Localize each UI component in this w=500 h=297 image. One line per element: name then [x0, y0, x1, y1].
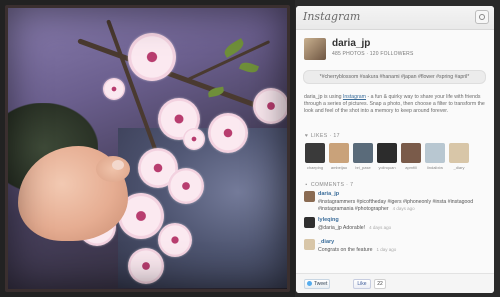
caption-hashtags: *#cherryblossom #sakura #hanami #japan #…	[303, 70, 486, 84]
likes-count: 17	[333, 133, 340, 139]
comment-icon: ▪	[305, 182, 308, 188]
vignette	[8, 8, 287, 289]
tweet-label: Tweet	[314, 281, 328, 287]
comment: daria_jp #instagrammers #picoftheday #ige…	[304, 191, 489, 215]
comments-count: 7	[350, 182, 354, 188]
facebook-like-count: 22	[374, 279, 386, 289]
likes-heading: ♥ LIKES · 17	[304, 133, 340, 139]
photo-frame	[0, 0, 295, 297]
comment: _diary Congrats on the feature 1 day ago	[304, 239, 489, 263]
comments-separator: ·	[346, 182, 349, 188]
liker-name[interactable]: bri_pase	[355, 165, 370, 170]
liker-name[interactable]: yolinquan	[378, 165, 395, 170]
liker[interactable]: lindalixiw	[424, 143, 446, 173]
liker[interactable]: apmfill	[400, 143, 422, 173]
comment-text: Congrats on the feature 1 day ago	[318, 247, 488, 254]
photo-details-panel: Instagram daria_jp 485 PHOTOS · 120 FOLL…	[296, 6, 494, 293]
liker-avatar[interactable]	[449, 143, 469, 163]
liker-name[interactable]: chaeping	[307, 165, 323, 170]
comment-time: 4 days ago	[392, 205, 415, 211]
liker-name[interactable]: lindalixiw	[427, 165, 443, 170]
comment-avatar[interactable]	[304, 191, 315, 202]
tweet-button[interactable]: Tweet	[304, 279, 330, 289]
panel-header: Instagram	[296, 6, 494, 30]
user-avatar[interactable]	[304, 38, 326, 60]
facebook-like-button[interactable]: Like	[353, 279, 371, 289]
heart-icon: ♥	[304, 133, 309, 139]
comment-avatar[interactable]	[304, 217, 315, 228]
likes-list: chaeping ambeijao bri_pase yolinquan apmfill…	[304, 143, 489, 173]
description: daria_jp is using Instagram - a fun & qu…	[304, 94, 486, 115]
comment-time: 4 days ago	[369, 225, 392, 230]
liker[interactable]: ambeijao	[328, 143, 350, 173]
liker-avatar[interactable]	[305, 143, 325, 163]
liker-avatar[interactable]	[353, 143, 373, 163]
liker-name[interactable]: ambeijao	[331, 165, 347, 170]
comment-text: @daria_jp Adorable! 4 days ago	[318, 225, 488, 232]
liker[interactable]: bri_pase	[352, 143, 374, 173]
likes-title: LIKES	[310, 133, 328, 139]
comments-heading: ▪ COMMENTS · 7	[304, 182, 353, 188]
comment-username[interactable]: lyleqing	[318, 217, 339, 223]
cherry-blossom-photo[interactable]	[5, 5, 290, 292]
liker-name[interactable]: apmfill	[405, 165, 417, 170]
likes-separator: ·	[329, 133, 332, 139]
comment-time: 1 day ago	[376, 247, 397, 252]
liker[interactable]: yolinquan	[376, 143, 398, 173]
liker[interactable]: _diary	[448, 143, 470, 173]
instagram-link[interactable]: Instagram	[343, 94, 366, 100]
comment-body: @daria_jp Adorable!	[318, 225, 366, 231]
comment-text: #instagrammers #picoftheday #igers #ipho…	[318, 199, 488, 212]
camera-icon[interactable]	[475, 10, 489, 24]
user-info: daria_jp 485 PHOTOS · 120 FOLLOWERS	[304, 36, 489, 62]
liker-avatar[interactable]	[425, 143, 445, 163]
liker-avatar[interactable]	[401, 143, 421, 163]
liker-avatar[interactable]	[329, 143, 349, 163]
description-text-start: daria_jp is using	[304, 94, 343, 100]
comment-username[interactable]: daria_jp	[318, 191, 339, 197]
camera-lens	[479, 14, 485, 20]
twitter-bird-icon	[307, 281, 312, 286]
share-footer: Tweet Like 22	[296, 273, 494, 293]
liker-avatar[interactable]	[377, 143, 397, 163]
comment-username[interactable]: _diary	[318, 239, 334, 245]
comment: lyleqing @daria_jp Adorable! 4 days ago	[304, 217, 489, 241]
page: Instagram daria_jp 485 PHOTOS · 120 FOLL…	[0, 0, 500, 297]
comment-body: Congrats on the feature	[318, 247, 373, 253]
liker-name[interactable]: _diary	[454, 165, 465, 170]
user-stats: 485 PHOTOS · 120 FOLLOWERS	[332, 51, 414, 57]
liker[interactable]: chaeping	[304, 143, 326, 173]
comment-avatar[interactable]	[304, 239, 315, 250]
username[interactable]: daria_jp	[332, 38, 370, 49]
instagram-logo[interactable]: Instagram	[303, 10, 360, 23]
comments-title: COMMENTS	[310, 182, 345, 188]
